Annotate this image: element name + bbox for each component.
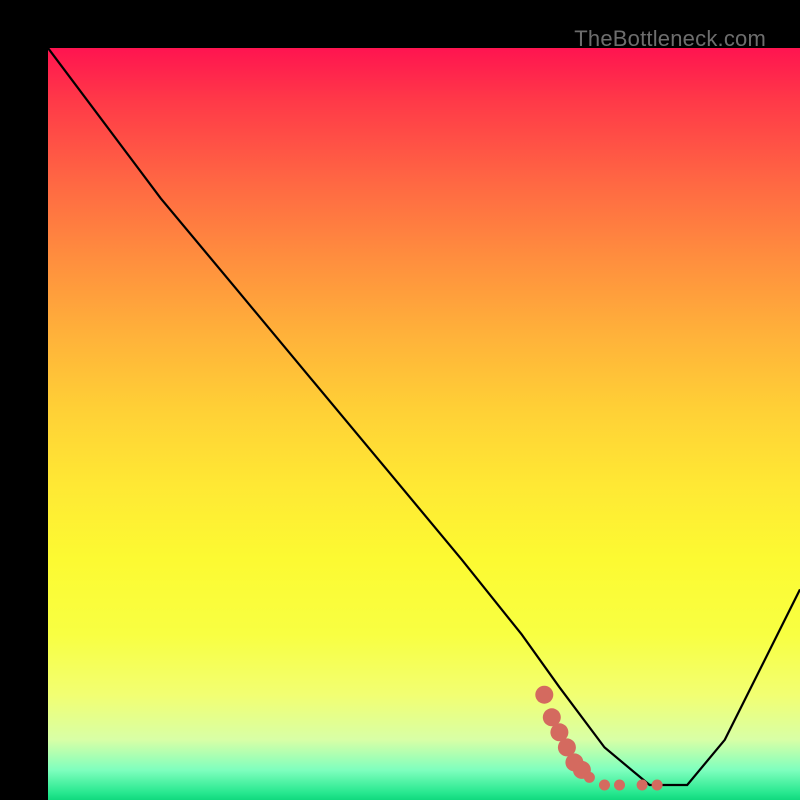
highlight-dot — [614, 780, 625, 791]
bottleneck-curve-path — [48, 48, 800, 785]
highlight-dot — [599, 780, 610, 791]
highlight-dot — [535, 686, 553, 704]
highlight-dot — [637, 780, 648, 791]
chart-svg — [48, 48, 800, 800]
highlight-dot — [584, 772, 595, 783]
plot-area — [48, 48, 800, 800]
chart-frame: TheBottleneck.com — [0, 0, 800, 800]
highlight-dot — [652, 780, 663, 791]
highlight-dots-group — [535, 686, 662, 791]
